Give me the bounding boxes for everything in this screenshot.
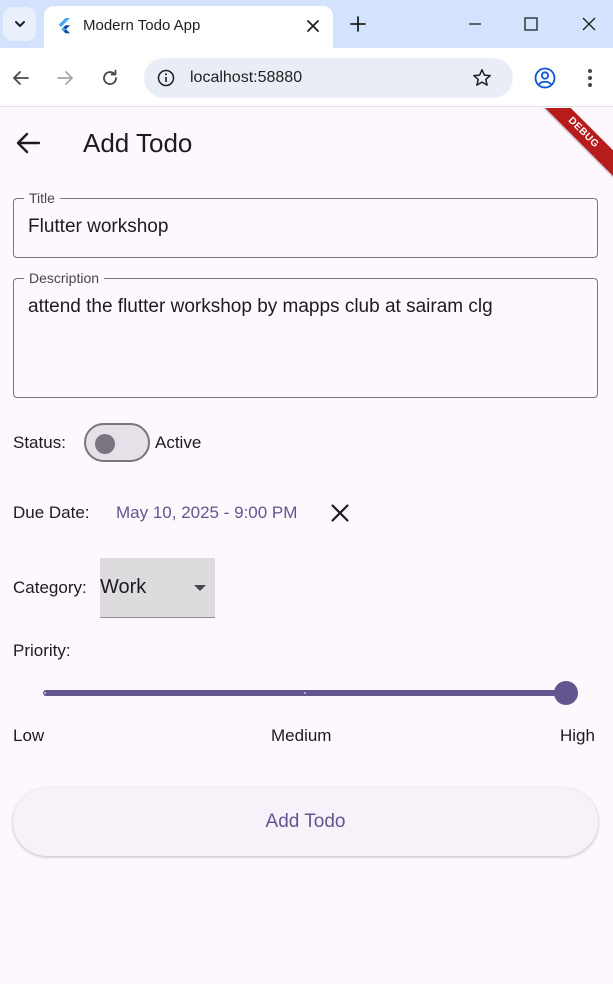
plus-icon [350,16,366,32]
status-toggle[interactable] [84,423,150,462]
due-date-label: Due Date: [13,503,90,522]
category-selected: Work [100,576,147,598]
priority-slider-thumb[interactable] [554,681,578,705]
tab-search-button[interactable] [3,7,36,41]
close-icon [307,20,319,32]
back-button[interactable] [12,129,44,157]
minimize-button[interactable] [463,12,487,36]
account-icon [534,67,556,89]
arrow-left-icon [16,132,41,154]
tab-title: Modern Todo App [83,17,201,34]
back-nav-button[interactable] [8,65,34,91]
star-icon [473,69,491,86]
category-dropdown[interactable]: Work [100,558,215,618]
description-field-label: Description [24,270,105,286]
debug-banner: DEBUG [534,108,613,182]
tab-close-button[interactable] [302,15,324,37]
status-label: Status: [13,433,66,452]
bookmark-button[interactable] [470,66,494,90]
priority-low-label: Low [13,726,45,745]
title-field[interactable]: Title Flutter workshop [13,190,598,258]
arrow-right-icon [57,71,73,85]
clear-date-button[interactable] [328,501,352,525]
status-value: Active [155,433,202,452]
url-text: localhost:58880 [190,69,303,86]
title-field-label: Title [24,190,60,206]
app-viewport: DEBUG Add Todo Title Flutter workshop De… [0,108,613,984]
due-date-picker[interactable]: May 10, 2025 - 9:00 PM [116,503,297,523]
window-close-button[interactable] [577,12,601,36]
status-toggle-thumb [95,434,115,454]
priority-slider[interactable] [43,678,578,708]
add-todo-button[interactable]: Add Todo [13,788,598,856]
arrow-left-icon [13,71,29,85]
browser-toolbar: localhost:58880 [0,48,613,107]
more-vert-icon [588,69,592,87]
title-field-value: Flutter workshop [28,216,169,237]
description-field-value: attend the flutter workshop by mapps clu… [28,296,493,317]
new-tab-button[interactable] [346,12,370,36]
site-info-button[interactable] [154,66,178,90]
browser-menu-button[interactable] [577,65,603,91]
maximize-icon [524,17,538,31]
maximize-button[interactable] [519,12,543,36]
priority-high-label: High [560,726,595,745]
info-icon [157,69,175,87]
browser-tab[interactable]: Modern Todo App [44,6,333,48]
caret-down-icon [194,585,206,591]
close-icon [331,504,349,522]
profile-button[interactable] [532,65,558,91]
reload-icon [103,69,117,85]
reload-button[interactable] [97,65,123,91]
close-icon [582,17,596,31]
priority-slider-tick [304,692,306,694]
priority-medium-label: Medium [271,726,332,745]
browser-tabbar: Modern Todo App [0,0,613,48]
minimize-icon [469,23,481,25]
priority-label: Priority: [13,641,71,660]
priority-slider-tick [44,692,46,694]
address-bar[interactable]: localhost:58880 [144,58,513,98]
forward-nav-button[interactable] [52,65,78,91]
description-field[interactable]: Description attend the flutter workshop … [13,270,598,398]
category-label: Category: [13,578,87,597]
flutter-icon [58,18,70,34]
page-title: Add Todo [83,128,193,158]
chevron-down-icon [14,21,25,27]
